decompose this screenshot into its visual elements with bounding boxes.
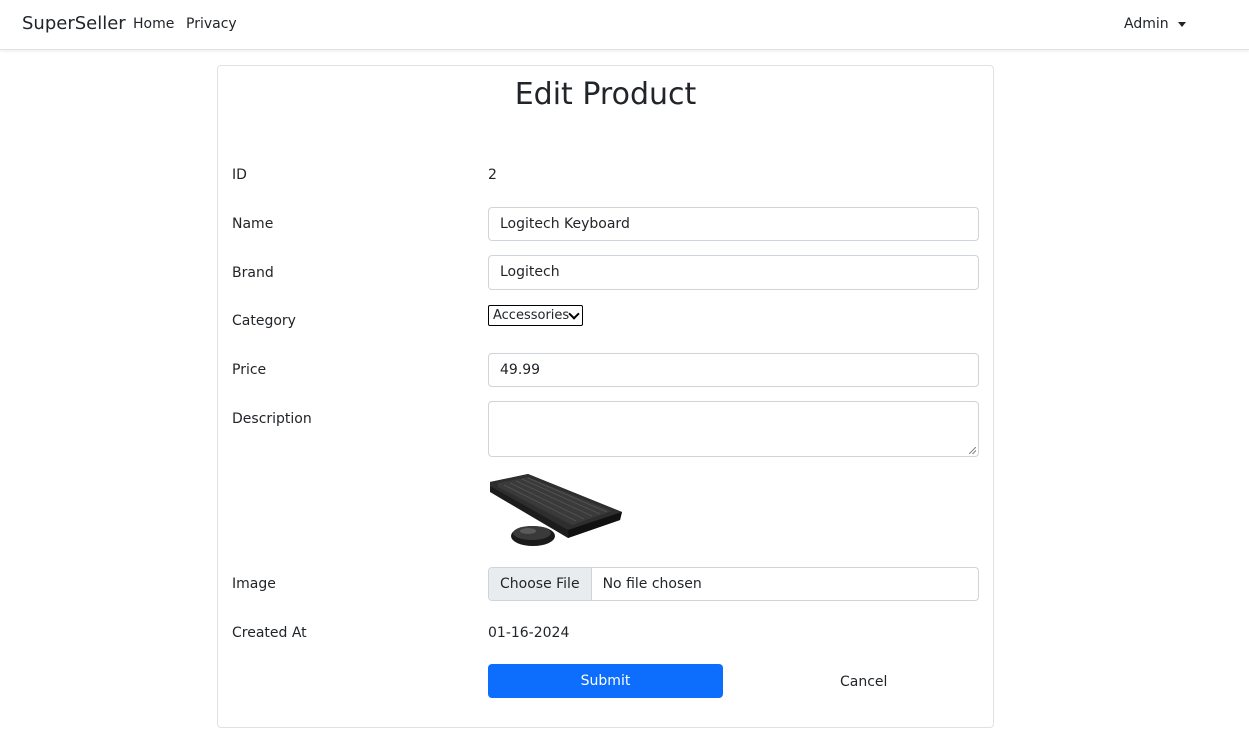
brand-label: Brand — [232, 265, 274, 281]
price-label: Price — [232, 362, 267, 378]
navbar: SuperSeller Home Privacy Admin — [0, 0, 1249, 50]
choose-file-button[interactable]: Choose File — [489, 568, 592, 600]
category-label: Category — [232, 313, 296, 329]
user-menu-label: Admin — [1124, 16, 1169, 32]
name-input[interactable]: Logitech Keyboard — [488, 207, 979, 241]
cancel-link[interactable]: Cancel — [840, 673, 887, 691]
name-label: Name — [232, 216, 274, 232]
category-select[interactable]: Accessories — [488, 305, 583, 326]
image-file-input[interactable]: Choose File No file chosen — [488, 567, 979, 601]
brand-link[interactable]: SuperSeller — [22, 13, 126, 35]
nav-home-link[interactable]: Home — [133, 15, 174, 33]
user-menu-toggle[interactable]: Admin — [1124, 15, 1186, 33]
category-selected-value: Accessories — [493, 308, 570, 323]
created-at-value: 01-16-2024 — [488, 625, 570, 641]
created-at-label: Created At — [232, 625, 307, 641]
chevron-down-icon — [568, 308, 580, 320]
image-label: Image — [232, 576, 276, 592]
submit-button[interactable]: Submit — [488, 664, 723, 698]
caret-down-icon — [1177, 21, 1186, 27]
price-input[interactable]: 49.99 — [488, 353, 979, 387]
description-label: Description — [232, 411, 312, 427]
resize-grip-icon[interactable] — [969, 447, 976, 454]
nav-privacy-link[interactable]: Privacy — [186, 15, 237, 33]
product-image — [490, 474, 622, 546]
edit-product-card — [217, 65, 994, 728]
file-status: No file chosen — [602, 576, 702, 592]
brand-input[interactable]: Logitech — [488, 255, 979, 290]
description-textarea[interactable] — [488, 401, 979, 457]
id-label: ID — [232, 167, 247, 183]
id-value: 2 — [488, 167, 497, 183]
page-title: Edit Product — [514, 77, 697, 112]
